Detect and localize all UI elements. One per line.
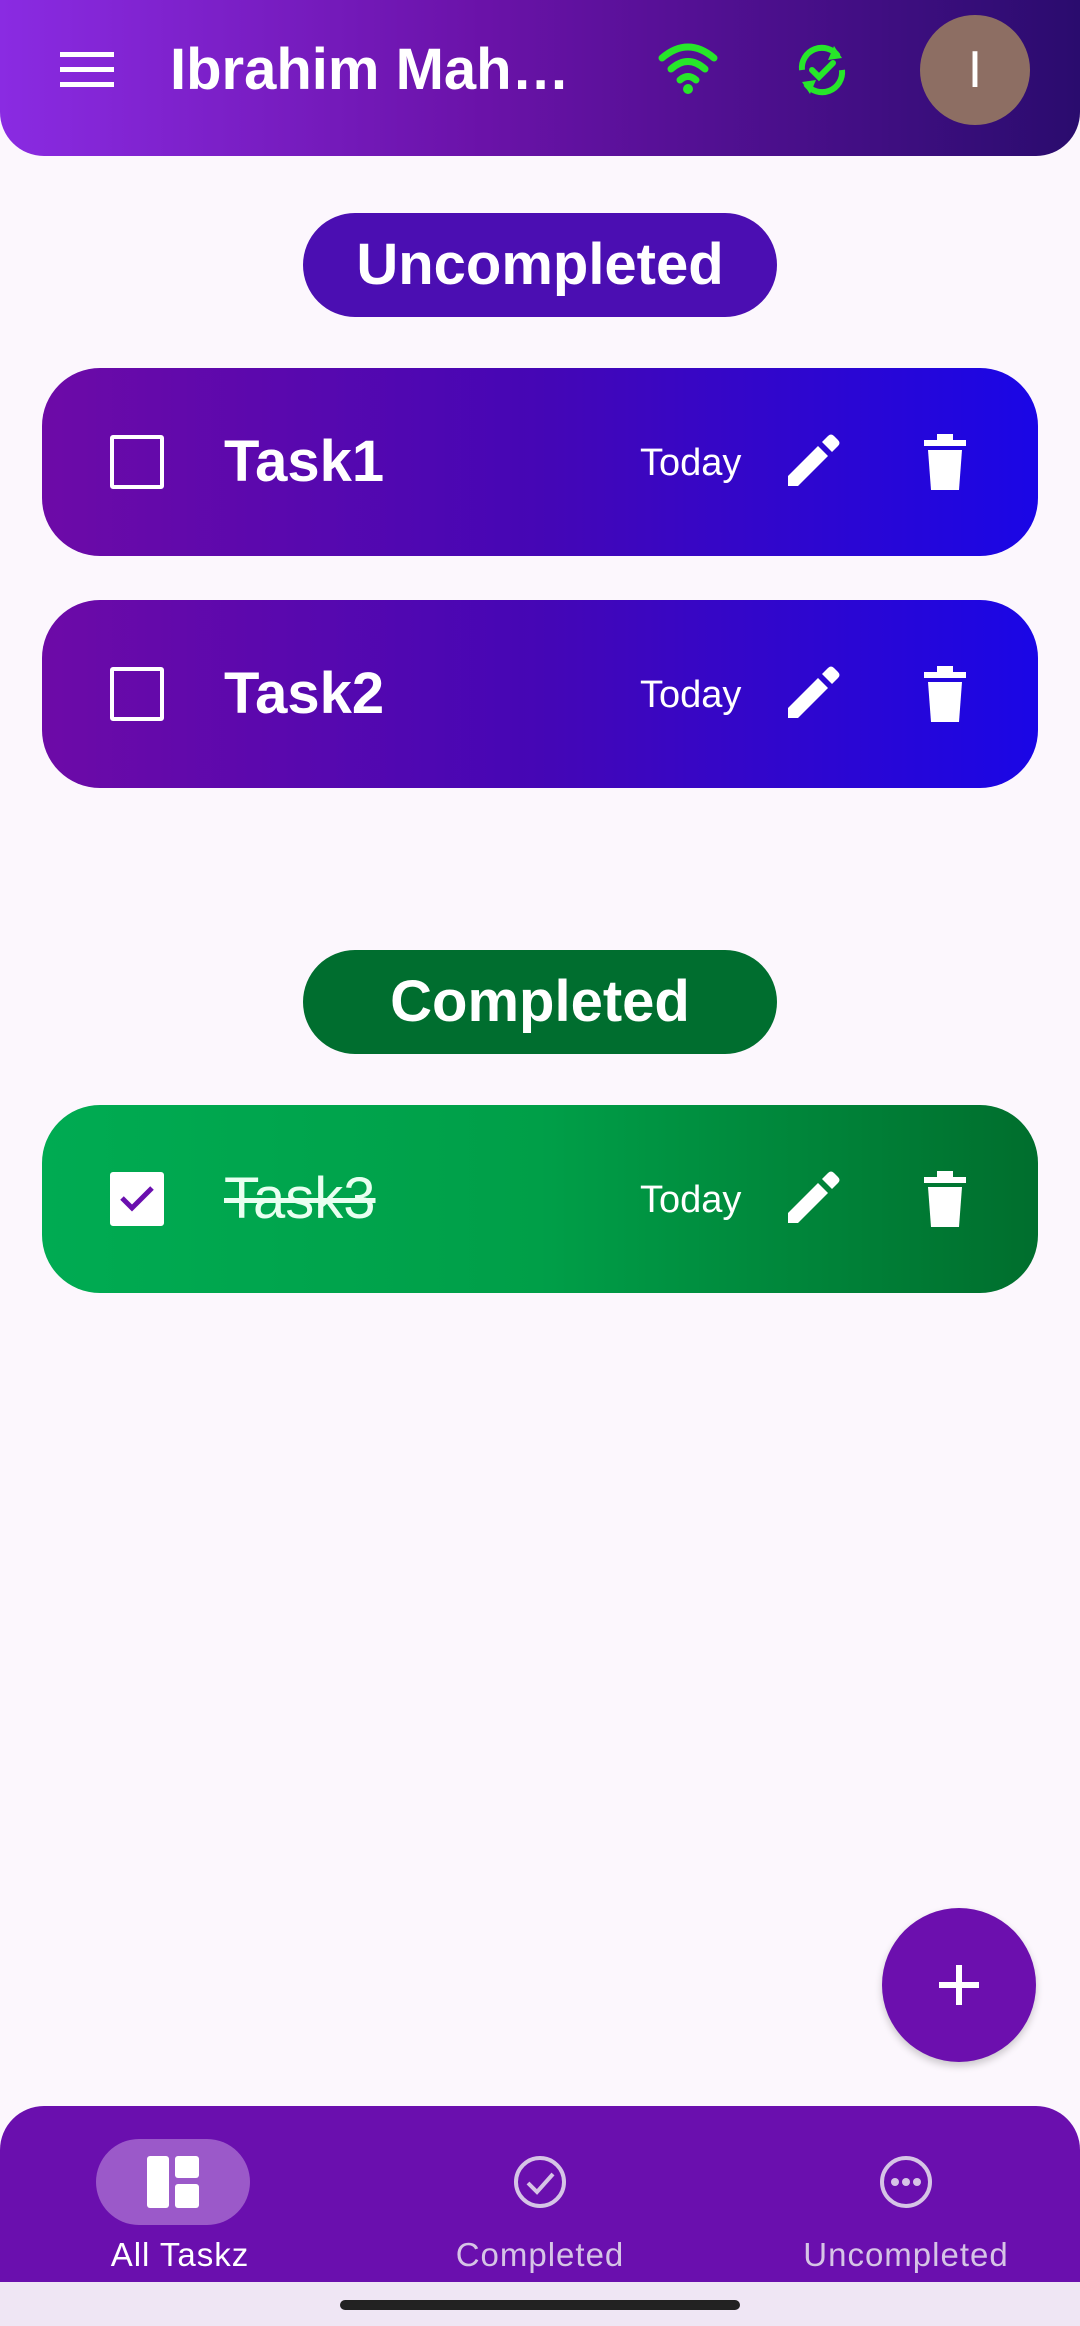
task-due-date: Today (640, 1179, 742, 1221)
task-title: Task2 (224, 661, 385, 726)
task-checkbox-checked[interactable] (110, 1172, 164, 1226)
more-circle-icon (878, 2154, 934, 2210)
menu-icon[interactable] (60, 50, 114, 90)
avatar[interactable]: I (920, 15, 1030, 125)
sync-done-icon[interactable] (790, 38, 854, 102)
task-checkbox[interactable] (110, 667, 164, 721)
nav-label: Uncompleted (803, 2236, 1009, 2273)
uncompleted-section-header: Uncompleted (303, 213, 777, 317)
task-checkbox[interactable] (110, 435, 164, 489)
app-title: Ibrahim Mahm... (170, 37, 610, 102)
delete-icon[interactable] (920, 666, 970, 724)
nav-all-taskz[interactable]: All Taskz (0, 2106, 360, 2282)
app-header: Ibrahim Mahm... I (0, 0, 1080, 156)
gesture-handle[interactable] (340, 2300, 740, 2310)
task-title: Task3 (224, 1166, 376, 1231)
edit-icon[interactable] (782, 1169, 842, 1229)
task-due-date: Today (640, 442, 742, 484)
bottom-navigation: All Taskz Completed Uncompleted (0, 2106, 1080, 2282)
nav-completed[interactable]: Completed (360, 2106, 720, 2282)
task-title: Task1 (224, 429, 385, 494)
nav-label: All Taskz (110, 2236, 250, 2273)
system-gesture-area (0, 2282, 1080, 2326)
task-card[interactable]: Task3 Today (42, 1105, 1038, 1293)
plus-icon (939, 1965, 979, 2005)
wifi-icon (658, 42, 718, 96)
completed-section-header: Completed (303, 950, 777, 1054)
dashboard-icon (145, 2154, 201, 2210)
edit-icon[interactable] (782, 664, 842, 724)
edit-icon[interactable] (782, 432, 842, 492)
nav-uncompleted[interactable]: Uncompleted (726, 2106, 1080, 2282)
nav-label: Completed (455, 2236, 625, 2273)
delete-icon[interactable] (920, 1171, 970, 1229)
task-due-date: Today (640, 674, 742, 716)
task-card[interactable]: Task2 Today (42, 600, 1038, 788)
add-task-button[interactable] (882, 1908, 1036, 2062)
task-card[interactable]: Task1 Today (42, 368, 1038, 556)
delete-icon[interactable] (920, 434, 970, 492)
check-circle-icon (512, 2154, 568, 2210)
